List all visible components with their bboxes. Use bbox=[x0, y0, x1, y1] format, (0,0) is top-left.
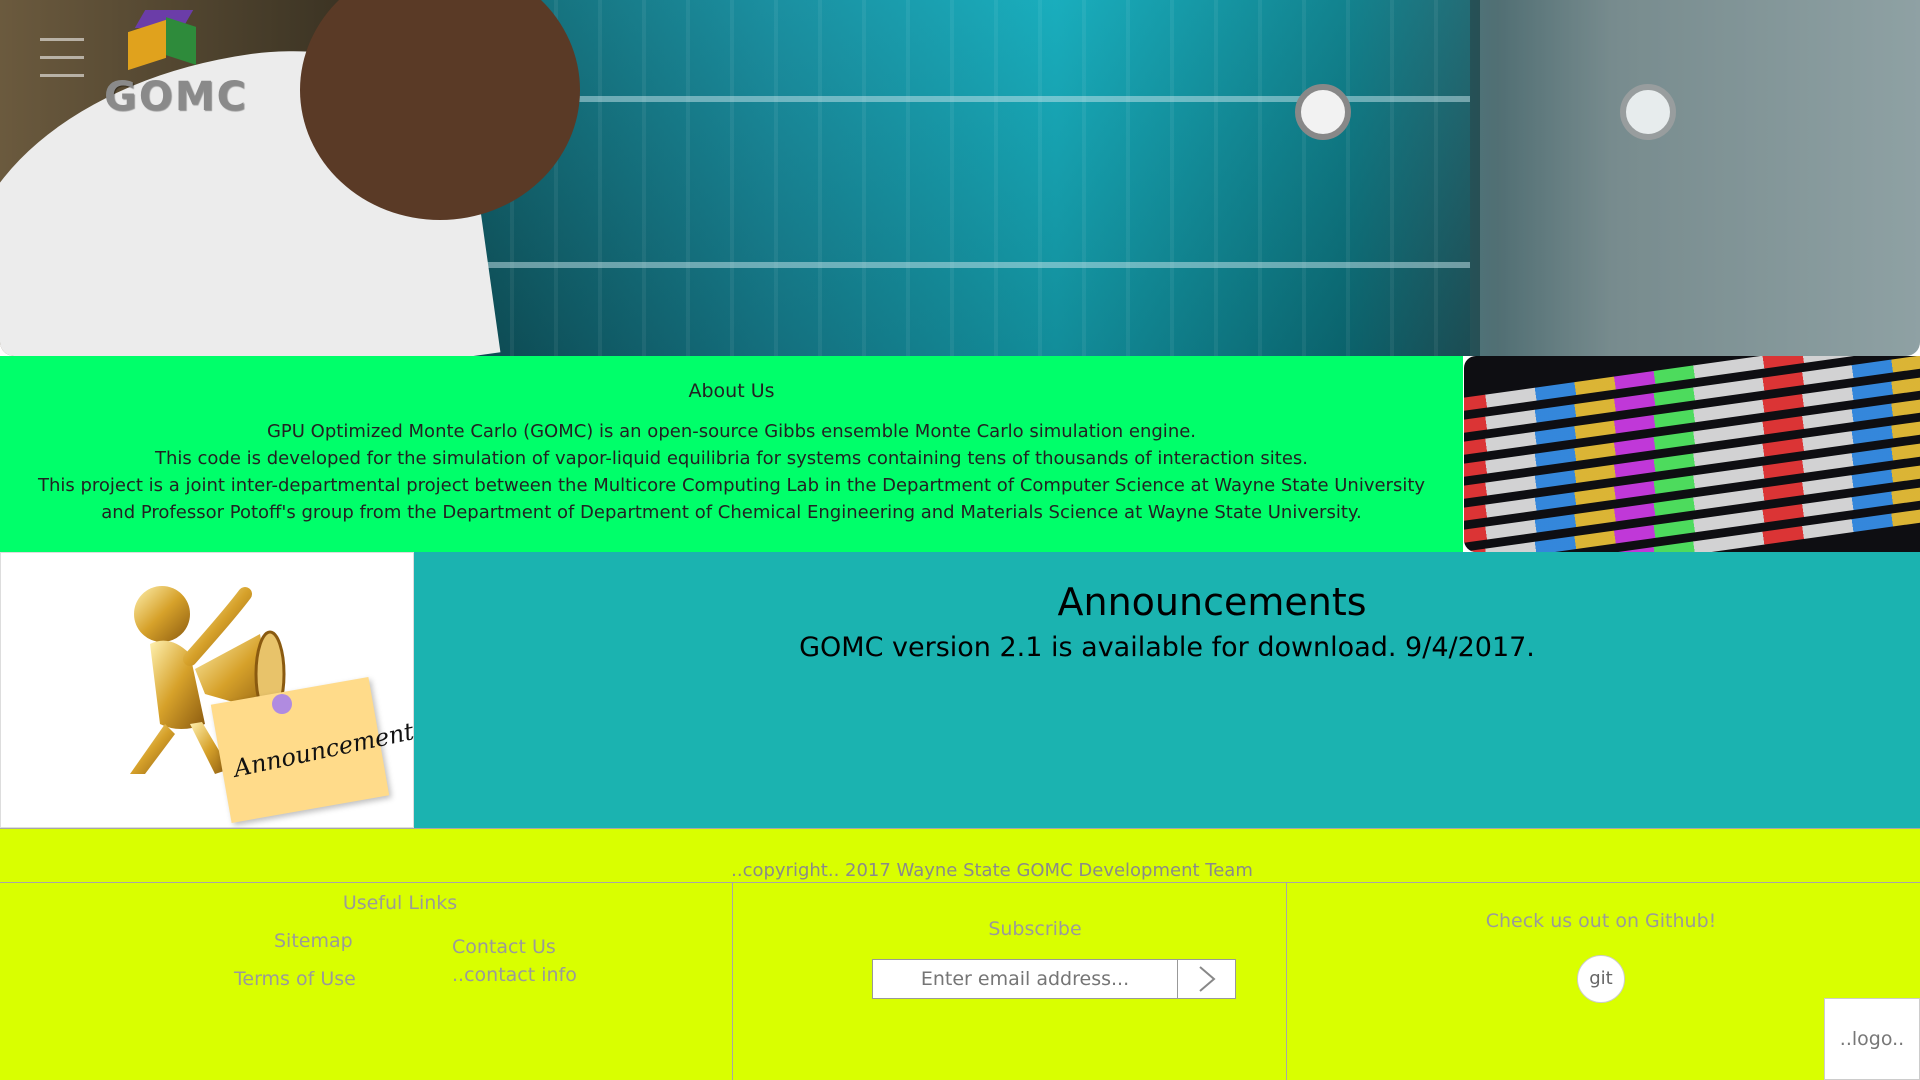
glass-cabinet bbox=[1480, 0, 1920, 356]
about-line: This code is developed for the simulatio… bbox=[154, 448, 1309, 469]
github-title: Check us out on Github! bbox=[1485, 910, 1717, 932]
sitemap-link[interactable]: Sitemap bbox=[274, 930, 353, 952]
terms-link[interactable]: Terms of Use bbox=[234, 968, 356, 990]
gauge-icon bbox=[1295, 84, 1351, 140]
menu-icon[interactable] bbox=[40, 38, 84, 92]
logo-text[interactable]: GOMC bbox=[104, 74, 248, 120]
code-image bbox=[1464, 356, 1920, 552]
about-line: GPU Optimized Monte Carlo (GOMC) is an o… bbox=[266, 421, 1197, 442]
gomc-logo-icon[interactable] bbox=[128, 8, 214, 72]
announcement-title: Announcements bbox=[1057, 580, 1367, 624]
contact-link[interactable]: Contact Us bbox=[452, 936, 556, 958]
contact-info-text: ..contact info bbox=[452, 964, 577, 986]
divider bbox=[0, 882, 1920, 883]
about-title: About Us bbox=[688, 380, 775, 402]
pin-icon bbox=[272, 694, 292, 714]
email-input[interactable] bbox=[872, 959, 1178, 999]
subscribe-title: Subscribe bbox=[988, 918, 1082, 940]
hero-banner-image bbox=[0, 0, 1920, 356]
lab-equipment-image bbox=[470, 0, 1470, 356]
divider bbox=[0, 828, 1920, 829]
footer-logo: ..logo.. bbox=[1824, 998, 1920, 1080]
subscribe-button[interactable] bbox=[1178, 959, 1236, 999]
announcement-text: GOMC version 2.1 is available for downlo… bbox=[799, 632, 1535, 663]
shelf-line bbox=[470, 262, 1470, 268]
github-button[interactable]: git bbox=[1577, 955, 1625, 1003]
about-body: GPU Optimized Monte Carlo (GOMC) is an o… bbox=[0, 418, 1463, 526]
about-line: This project is a joint inter-department… bbox=[37, 475, 1426, 496]
useful-links-title: Useful Links bbox=[342, 892, 458, 914]
chevron-right-icon bbox=[1198, 966, 1216, 992]
about-section: About Us GPU Optimized Monte Carlo (GOMC… bbox=[0, 356, 1463, 552]
copyright-text: ..copyright.. 2017 Wayne State GOMC Deve… bbox=[731, 860, 1253, 881]
about-line: and Professor Potoff's group from the De… bbox=[101, 502, 1362, 523]
